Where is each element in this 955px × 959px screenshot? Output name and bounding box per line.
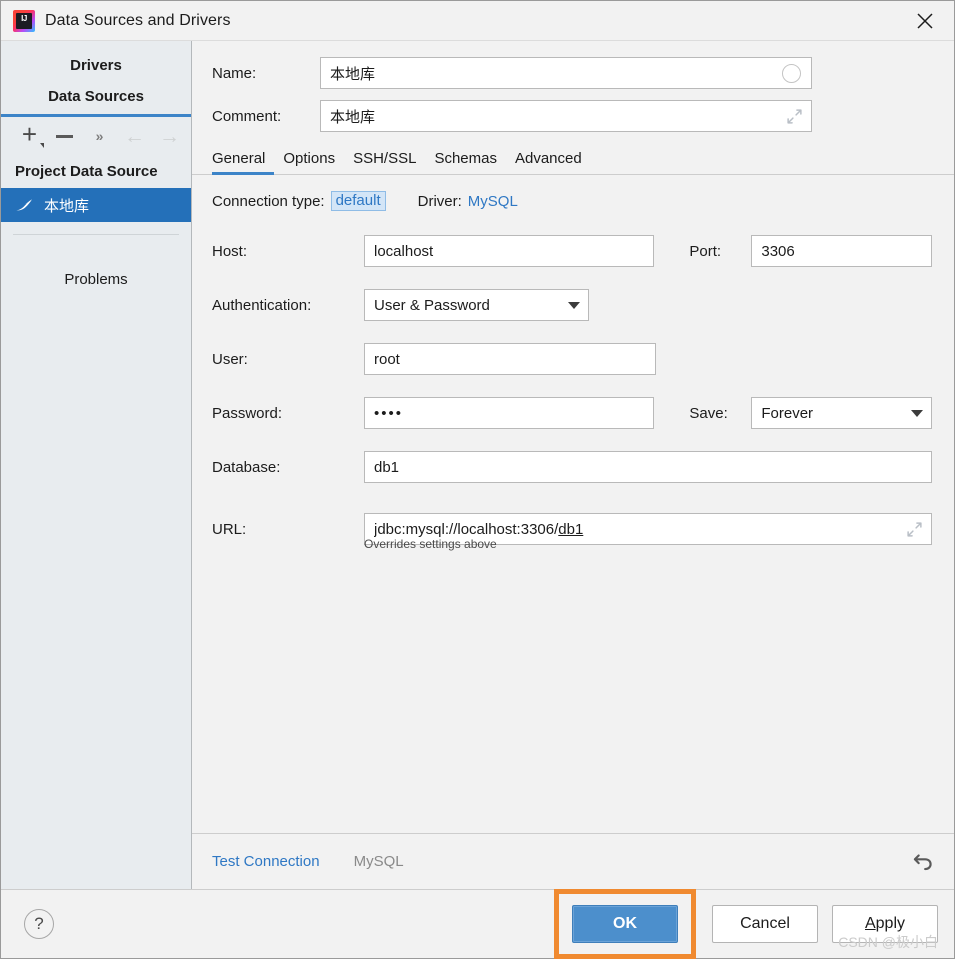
tab-ssh-ssl[interactable]: SSH/SSL (344, 150, 425, 174)
sidebar-group-header: Project Data Source (15, 163, 158, 180)
password-label: Password: (212, 404, 283, 422)
window-title: Data Sources and Drivers (45, 11, 231, 29)
sidebar-tab-data-sources[interactable]: Data Sources (1, 82, 191, 113)
cancel-button[interactable]: Cancel (712, 905, 818, 943)
database-label: Database: (212, 458, 281, 476)
database-value: db1 (374, 458, 400, 476)
forward-button[interactable]: → (152, 121, 187, 151)
url-value-prefix: jdbc:mysql://localhost:3306/ (374, 520, 559, 538)
comment-value: 本地库 (330, 108, 376, 126)
driver-value-link[interactable]: MySQL (468, 193, 518, 210)
sidebar-tab-drivers[interactable]: Drivers (1, 51, 191, 82)
name-value: 本地库 (330, 65, 376, 83)
save-select[interactable]: Forever (751, 397, 932, 429)
port-value: 3306 (761, 242, 795, 260)
title-bar: IJ Data Sources and Drivers (1, 1, 954, 41)
save-label: Save: (689, 404, 728, 422)
authentication-value: User & Password (374, 296, 490, 314)
tab-schemas[interactable]: Schemas (425, 150, 506, 174)
help-button[interactable]: ? (24, 909, 54, 939)
apply-button-mnemonic: A (864, 915, 876, 932)
settings-tabs: General Options SSH/SSL Schemas Advanced (192, 142, 954, 175)
password-save-row: Password: •••• Save: Forever (212, 397, 932, 429)
dialog-body: Drivers Data Sources + » ← → Project Dat… (1, 41, 954, 889)
url-row: URL: jdbc:mysql://localhost:3306/db1 (212, 513, 932, 545)
back-button[interactable]: ← (117, 121, 152, 151)
sidebar-toolbar: + » ← → (1, 117, 191, 155)
mysql-dolphin-icon (16, 199, 32, 211)
pane-bottom-bar: Test Connection MySQL (192, 833, 954, 889)
user-value: root (374, 350, 400, 368)
remove-button[interactable] (47, 121, 82, 151)
user-row: User: root (212, 343, 932, 375)
database-input[interactable]: db1 (364, 451, 932, 483)
password-input[interactable]: •••• (364, 397, 654, 429)
chevron-down-icon (40, 143, 44, 148)
url-value: jdbc:mysql://localhost:3306/db1 (374, 521, 906, 538)
sidebar-tabs: Drivers Data Sources (1, 41, 191, 113)
status-circle-icon (782, 63, 801, 83)
user-label: User: (212, 350, 248, 368)
authentication-select[interactable]: User & Password (364, 289, 589, 321)
password-value: •••• (374, 404, 404, 422)
general-tab-panel: Connection type: default Driver: MySQL H… (192, 175, 954, 833)
add-button[interactable]: + (12, 121, 47, 151)
database-row: Database: db1 (212, 451, 932, 483)
driver-name-label: MySQL (353, 853, 404, 870)
host-value: localhost (374, 242, 434, 260)
revert-arrow-icon[interactable] (910, 849, 936, 875)
name-row: Name: 本地库 (212, 57, 932, 89)
connection-type-label: Connection type: (212, 192, 325, 210)
port-label: Port: (689, 242, 722, 260)
chevron-down-icon (911, 409, 923, 417)
dialog-window: IJ Data Sources and Drivers Drivers Data… (0, 0, 955, 959)
intellij-idea-icon: IJ (13, 9, 35, 32)
ok-button[interactable]: OK (572, 905, 678, 943)
connection-type-row: Connection type: default Driver: MySQL (212, 191, 932, 211)
expand-icon[interactable] (786, 108, 803, 125)
sidebar-problems-label[interactable]: Problems (1, 235, 191, 288)
tab-advanced[interactable]: Advanced (506, 150, 591, 174)
user-input[interactable]: root (364, 343, 656, 375)
close-icon[interactable] (896, 1, 954, 40)
main-panel: Name: 本地库 Comment: 本地库 General Options S… (192, 41, 954, 889)
name-label: Name: (212, 64, 257, 82)
tab-options[interactable]: Options (274, 150, 344, 174)
url-label: URL: (212, 520, 247, 538)
comment-input[interactable]: 本地库 (320, 100, 812, 132)
test-connection-link[interactable]: Test Connection (212, 853, 320, 870)
connection-type-value[interactable]: default (330, 191, 386, 211)
apply-button-rest: pply (875, 915, 906, 932)
sidebar-item-label: 本地库 (44, 197, 90, 215)
url-value-database: db1 (558, 520, 584, 538)
expand-icon[interactable] (906, 521, 923, 538)
apply-button[interactable]: Apply (832, 905, 938, 943)
tab-general[interactable]: General (212, 150, 275, 175)
more-button[interactable]: » (82, 121, 117, 151)
save-value: Forever (761, 404, 814, 422)
comment-label: Comment: (212, 107, 282, 125)
name-input[interactable]: 本地库 (320, 57, 812, 89)
sidebar-item-local-db[interactable]: 本地库 (1, 188, 191, 222)
host-label: Host: (212, 242, 248, 260)
host-input[interactable]: localhost (364, 235, 654, 267)
dialog-footer: ? OK Cancel Apply CSDN @极小白 (1, 889, 954, 959)
authentication-label: Authentication: (212, 296, 312, 314)
port-input[interactable]: 3306 (751, 235, 932, 267)
driver-label: Driver: (417, 192, 462, 210)
ok-button-highlight: OK (554, 889, 696, 959)
authentication-row: Authentication: User & Password (212, 289, 932, 321)
sidebar: Drivers Data Sources + » ← → Project Dat… (1, 41, 192, 889)
identity-fields: Name: 本地库 Comment: 本地库 (192, 41, 954, 142)
host-port-row: Host: localhost Port: 3306 (212, 235, 932, 267)
chevron-down-icon (568, 301, 580, 309)
comment-row: Comment: 本地库 (212, 100, 932, 132)
